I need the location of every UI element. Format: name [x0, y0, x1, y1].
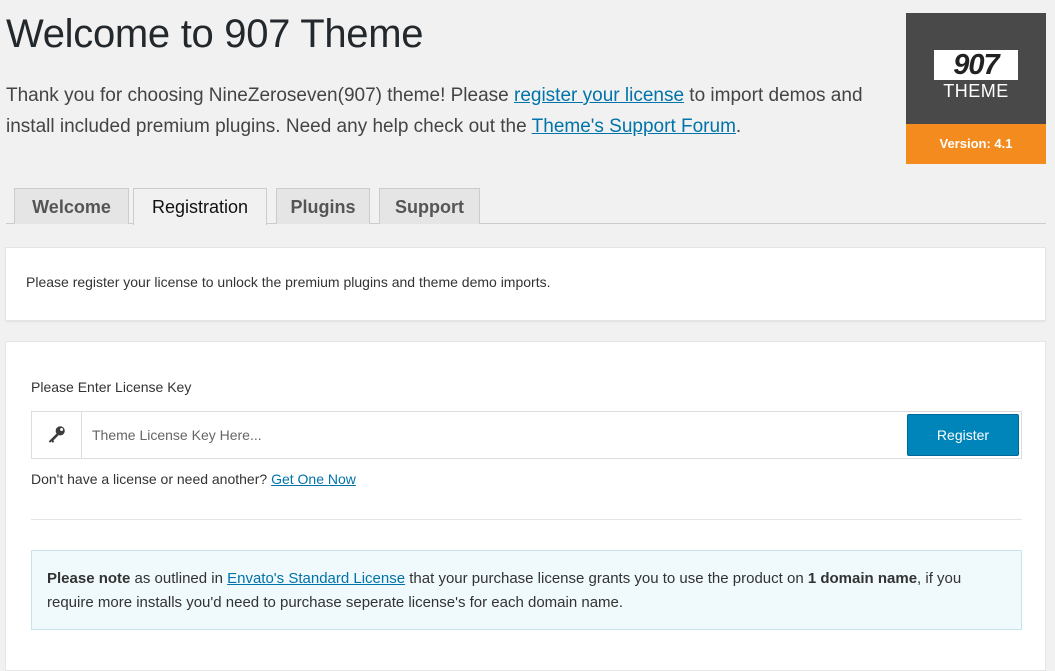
- info-card-text: Please register your license to unlock t…: [26, 274, 551, 290]
- no-license-text: Don't have a license or need another? Ge…: [31, 471, 356, 487]
- theme-badge: 907 THEME Version: 4.1: [906, 13, 1046, 164]
- license-card: Please Enter License Key Register Don't …: [5, 341, 1046, 671]
- nav-tabs: Welcome Registration Plugins Support: [6, 188, 1046, 225]
- register-button[interactable]: Register: [907, 414, 1019, 456]
- get-one-now-link[interactable]: Get One Now: [271, 471, 356, 487]
- support-forum-link[interactable]: Theme's Support Forum: [532, 116, 736, 137]
- tab-support[interactable]: Support: [379, 188, 480, 224]
- info-card: Please register your license to unlock t…: [5, 247, 1046, 321]
- theme-logo: 907: [934, 50, 1018, 80]
- tab-registration-label: Registration: [151, 197, 249, 217]
- notice-text: as outlined in: [130, 570, 228, 587]
- license-key-input[interactable]: [83, 412, 903, 458]
- notice-bold: 1 domain name: [807, 570, 918, 587]
- page-title: Welcome to 907 Theme: [6, 12, 424, 56]
- intro-text-part: Thank you for choosing NineZeroseven(907…: [6, 85, 514, 106]
- divider: [31, 519, 1022, 520]
- version-label: Version: 4.1: [906, 124, 1046, 164]
- license-notice: Please note as outlined in Envato's Stan…: [31, 550, 1022, 630]
- register-license-link[interactable]: register your license: [514, 85, 684, 106]
- intro-text: Thank you for choosing NineZeroseven(907…: [6, 80, 886, 142]
- notice-text: that your purchase license grants you to…: [405, 570, 808, 587]
- no-license-label: Don't have a license or need another?: [31, 471, 272, 487]
- tab-registration[interactable]: Registration: [133, 188, 267, 225]
- license-key-label: Please Enter License Key: [31, 379, 192, 395]
- theme-logo-subtitle: THEME: [943, 81, 1009, 101]
- tab-plugins[interactable]: Plugins: [276, 188, 370, 224]
- intro-text-part: .: [735, 116, 742, 137]
- license-key-row: Register: [31, 411, 1022, 459]
- key-icon: [32, 412, 82, 458]
- tab-welcome[interactable]: Welcome: [14, 188, 129, 224]
- notice-bold: Please note: [47, 570, 131, 587]
- envato-license-link[interactable]: Envato's Standard License: [227, 570, 405, 587]
